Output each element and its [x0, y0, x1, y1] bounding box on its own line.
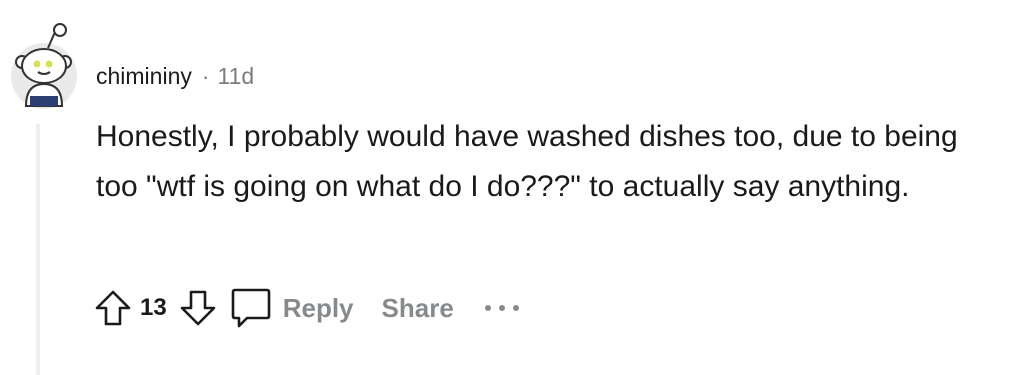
vote-score: 13 — [140, 294, 167, 321]
more-options-button[interactable] — [482, 285, 522, 331]
comment-meta: chimininy · 11d — [96, 60, 254, 92]
thread-line[interactable] — [36, 124, 40, 375]
avatar[interactable] — [8, 18, 80, 110]
username[interactable]: chimininy — [96, 63, 192, 90]
comment: chimininy · 11d Honestly, I probably wou… — [0, 0, 1024, 375]
comment-actions: 13 Reply Share — [90, 282, 522, 334]
more-horizontal-icon — [484, 305, 519, 311]
share-button[interactable]: Share — [382, 293, 454, 324]
comment-body: Honestly, I probably would have washed d… — [96, 120, 958, 203]
reply-label: Reply — [282, 292, 354, 323]
speech-bubble-icon — [231, 288, 271, 328]
meta-separator: · — [201, 62, 210, 89]
comment-age[interactable]: 11d — [218, 63, 255, 90]
arrow-up-icon — [95, 290, 131, 326]
arrow-down-icon — [180, 290, 216, 326]
snoo-avatar-icon — [11, 23, 77, 109]
upvote-button[interactable] — [90, 285, 136, 331]
downvote-button[interactable] — [175, 285, 221, 331]
reply-button[interactable]: Reply — [229, 286, 354, 330]
